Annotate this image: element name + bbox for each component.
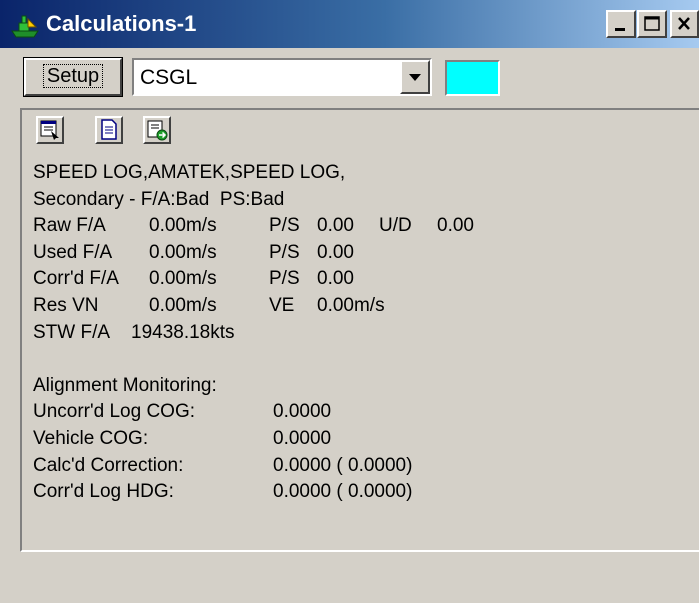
alignment-row: Uncorr'd Log COG: 0.0000	[33, 399, 345, 426]
raw-ud-value: 0.00	[437, 215, 474, 237]
setup-button[interactable]: Setup	[23, 57, 123, 97]
ship-icon	[11, 15, 39, 38]
used-row: Used F/A 0.00m/s P/S 0.00	[33, 240, 354, 267]
used-ps-value: 0.00	[317, 241, 354, 263]
used-label: Used F/A	[33, 241, 113, 263]
readout-lines: SPEED LOG,AMATEK,SPEED LOG, Secondary - …	[33, 160, 474, 506]
alignment-value: 0.0000	[273, 427, 332, 449]
raw-ps-value: 0.00	[317, 215, 354, 237]
alignment-value: 0.0000 ( 0.0000)	[273, 481, 413, 503]
alignment-value: 0.0000	[273, 401, 332, 423]
view-button[interactable]	[36, 116, 64, 144]
document-icon	[101, 119, 117, 140]
res-ve-label: VE	[269, 294, 295, 316]
window-title: Calculations-1	[46, 11, 197, 36]
close-button[interactable]	[670, 10, 699, 38]
corr-row: Corr'd F/A 0.00m/s P/S 0.00	[33, 266, 354, 293]
corr-ps-label: P/S	[269, 268, 300, 290]
readout-line-1: SPEED LOG,AMATEK,SPEED LOG,	[33, 162, 346, 183]
close-icon	[678, 17, 690, 30]
alignment-label: Calc'd Correction:	[33, 454, 184, 476]
alignment-value: 0.0000 ( 0.0000)	[273, 454, 413, 476]
stw-value: 19438.18kts	[131, 321, 235, 343]
document-button[interactable]	[95, 116, 123, 144]
export-icon	[147, 120, 168, 141]
view-icon	[40, 120, 59, 140]
raw-label: Raw F/A	[33, 215, 106, 237]
raw-fa-value: 0.00m/s	[149, 215, 217, 237]
minimize-icon	[615, 28, 625, 31]
stw-label: STW F/A	[33, 321, 111, 343]
color-swatch[interactable]	[445, 60, 500, 96]
res-vn-value: 0.00m/s	[149, 294, 217, 316]
alignment-row: Vehicle COG: 0.0000	[33, 426, 345, 453]
stw-row: STW F/A 19438.18kts	[33, 320, 345, 347]
res-ve-value: 0.00m/s	[317, 294, 385, 316]
maximize-icon	[644, 16, 660, 31]
corr-label: Corr'd F/A	[33, 268, 119, 290]
used-fa-value: 0.00m/s	[149, 241, 217, 263]
title-bar[interactable]: Calculations-1	[0, 0, 699, 48]
raw-ud-label: U/D	[379, 215, 412, 237]
alignment-row: Corr'd Log HDG: 0.0000 ( 0.0000)	[33, 479, 412, 506]
calculations-panel: SPEED LOG,AMATEK,SPEED LOG, Secondary - …	[20, 108, 699, 552]
source-select[interactable]: CSGL	[132, 58, 432, 96]
chevron-down-icon	[409, 74, 421, 81]
res-label: Res VN	[33, 294, 99, 316]
res-row: Res VN 0.00m/s VE 0.00m/s	[33, 293, 385, 320]
alignment-label: Vehicle COG:	[33, 427, 149, 449]
raw-ps-label: P/S	[269, 215, 300, 237]
dropdown-arrow-button[interactable]	[400, 60, 430, 94]
export-button[interactable]	[143, 116, 171, 144]
alignment-label: Corr'd Log HDG:	[33, 481, 174, 503]
raw-row: Raw F/A 0.00m/s P/S 0.00 U/D 0.00	[33, 213, 474, 240]
minimize-button[interactable]	[606, 10, 636, 38]
corr-ps-value: 0.00	[317, 268, 354, 290]
readout-line-2: Secondary - F/A:Bad PS:Bad	[33, 188, 285, 210]
alignment-heading: Alignment Monitoring:	[33, 374, 217, 396]
alignment-label: Uncorr'd Log COG:	[33, 401, 196, 423]
corr-fa-value: 0.00m/s	[149, 268, 217, 290]
maximize-button[interactable]	[637, 10, 667, 38]
setup-button-label: Setup	[42, 64, 104, 88]
used-ps-label: P/S	[269, 241, 300, 263]
alignment-row: Calc'd Correction: 0.0000 ( 0.0000)	[33, 453, 412, 480]
source-select-value: CSGL	[140, 66, 198, 89]
